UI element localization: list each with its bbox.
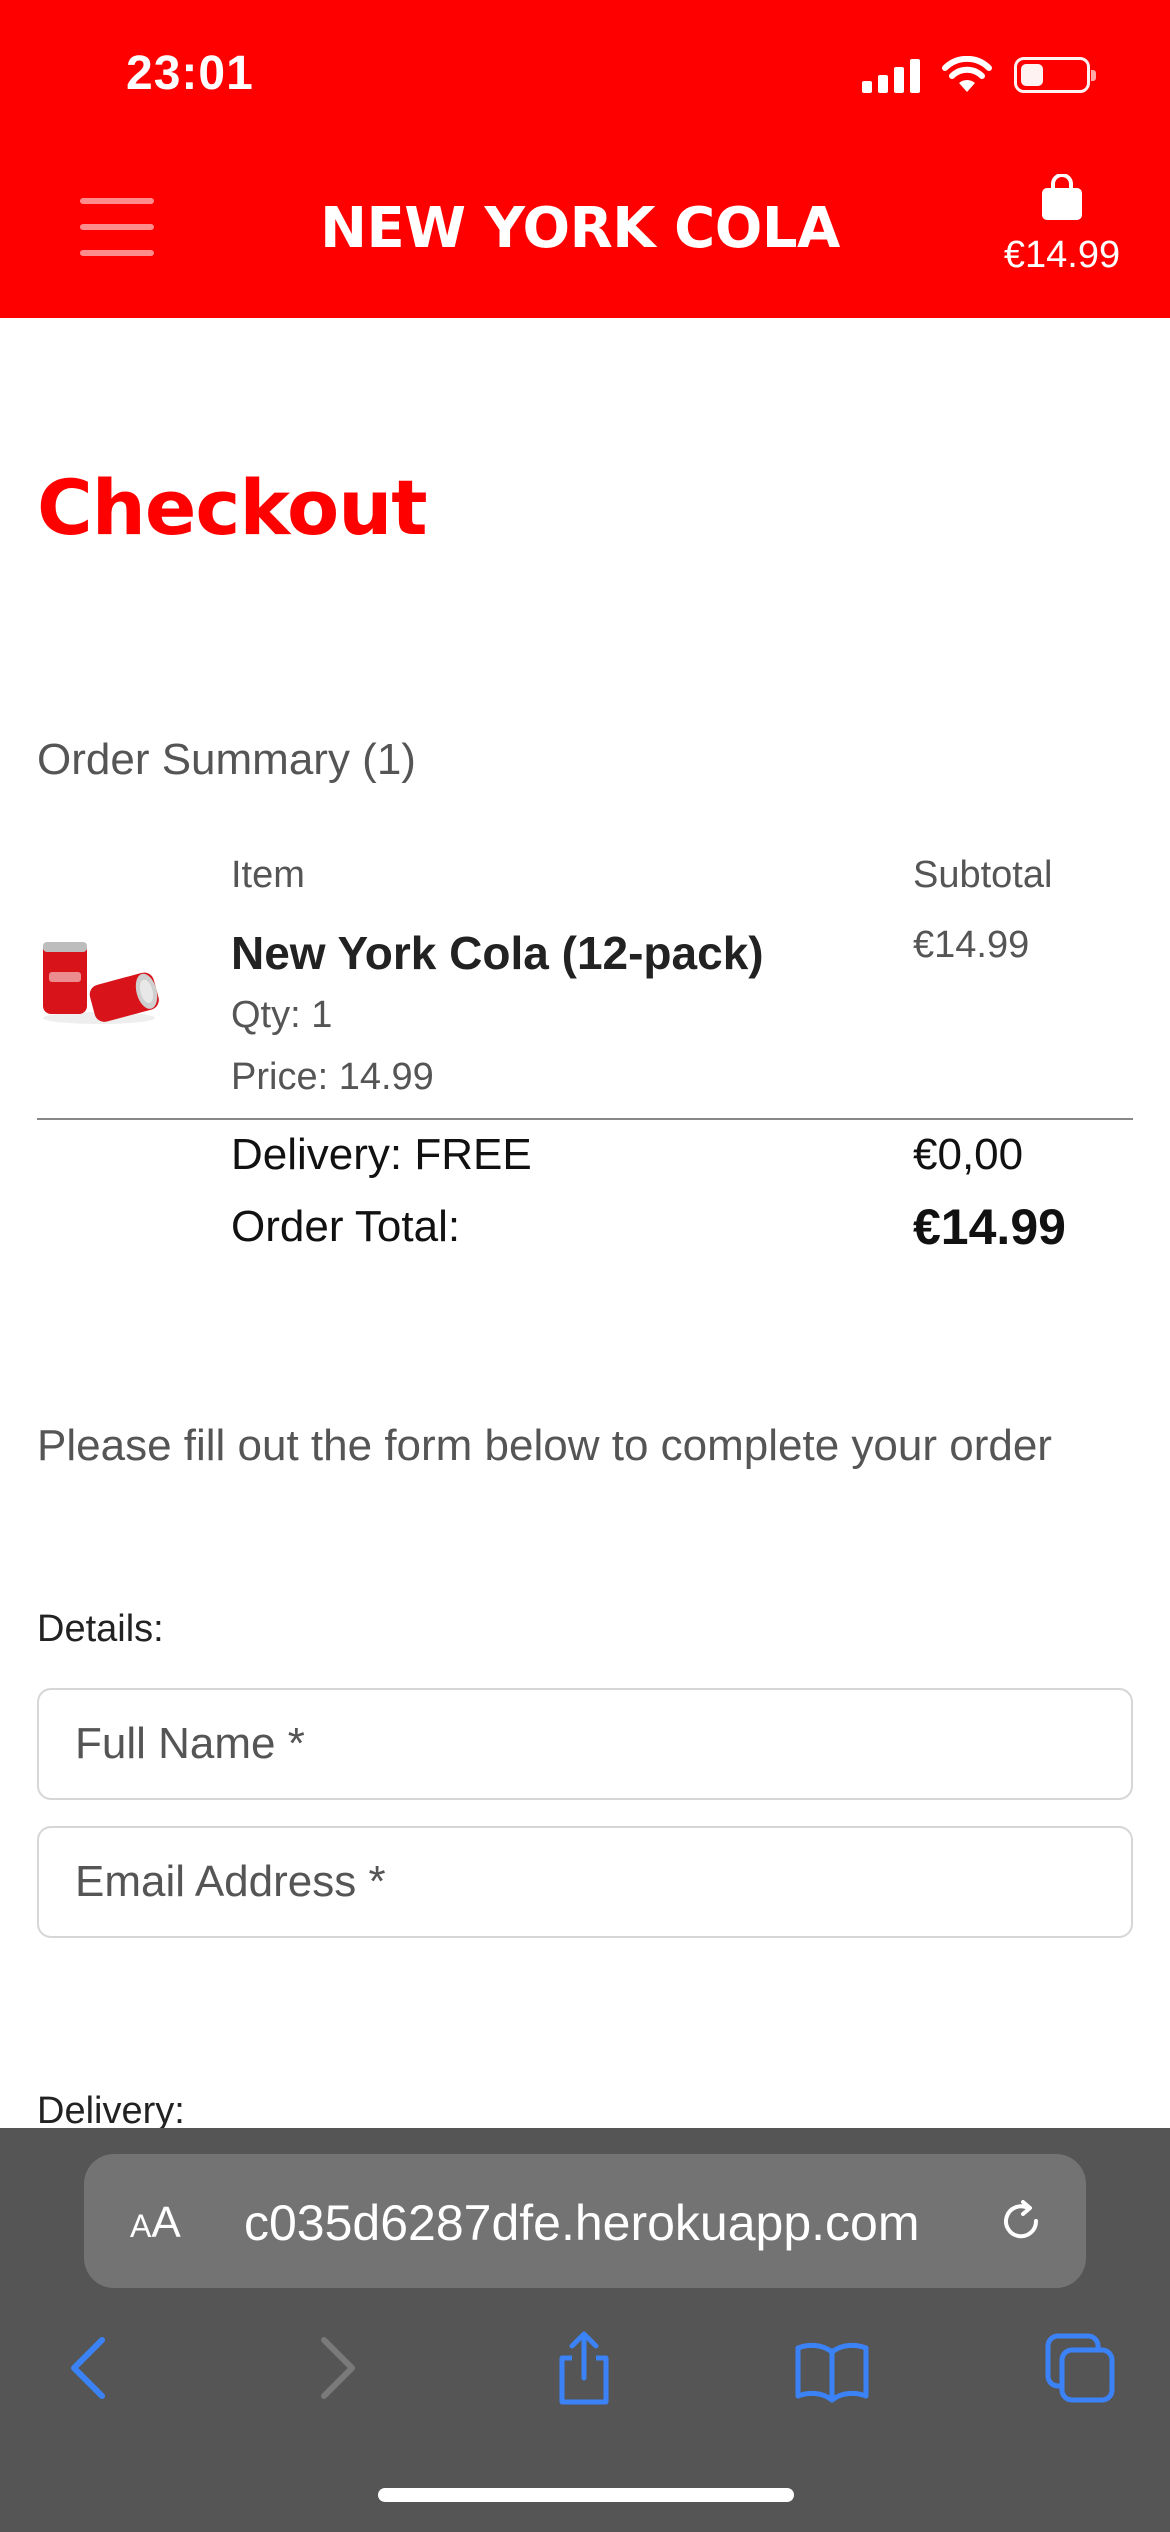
details-label: Details:: [37, 1608, 164, 1650]
share-icon[interactable]: [544, 2328, 624, 2408]
page-title: Checkout: [37, 463, 428, 552]
forward-icon[interactable]: [298, 2328, 378, 2408]
tabs-icon[interactable]: [1040, 2328, 1120, 2408]
home-indicator: [378, 2488, 794, 2502]
site-header: 23:01 NEW YORK COLA €14.99: [0, 0, 1170, 318]
bookmarks-icon[interactable]: [792, 2328, 872, 2408]
status-time: 23:01: [126, 47, 254, 100]
product-image: [43, 942, 159, 1024]
battery-icon: [1014, 57, 1096, 93]
product-name[interactable]: New York Cola (12-pack): [231, 926, 764, 980]
back-icon[interactable]: [48, 2328, 128, 2408]
delivery-section-label: Delivery:: [37, 2090, 185, 2132]
column-header-subtotal: Subtotal: [913, 854, 1053, 896]
product-subtotal: €14.99: [913, 924, 1030, 966]
order-total-value: €14.99: [913, 1199, 1066, 1255]
cellular-signal-icon: [862, 57, 920, 93]
brand-logo[interactable]: NEW YORK COLA: [0, 196, 1160, 261]
reader-settings-button[interactable]: AA: [130, 2198, 181, 2248]
browser-toolbar: AA c035d6287dfe.herokuapp.com: [0, 2128, 1170, 2532]
form-instructions: Please fill out the form below to comple…: [37, 1421, 1052, 1470]
delivery-label: Delivery: FREE: [231, 1130, 532, 1179]
email-input[interactable]: [37, 1826, 1133, 1938]
summary-divider: [37, 1118, 1133, 1120]
order-total-label: Order Total:: [231, 1202, 461, 1251]
cart-button[interactable]: €14.99: [992, 174, 1132, 294]
product-price: Price: 14.99: [231, 1056, 434, 1098]
address-bar[interactable]: AA c035d6287dfe.herokuapp.com: [84, 2154, 1086, 2288]
cart-total: €14.99: [1003, 234, 1121, 276]
wifi-icon: [942, 56, 992, 92]
delivery-value: €0,00: [913, 1130, 1024, 1179]
column-header-item: Item: [231, 854, 305, 896]
full-name-input[interactable]: [37, 1688, 1133, 1800]
shopping-bag-icon: [1042, 174, 1082, 220]
reload-icon[interactable]: [994, 2194, 1048, 2248]
product-quantity: Qty: 1: [231, 994, 333, 1036]
order-summary-title: Order Summary (1): [37, 735, 416, 784]
url-text: c035d6287dfe.herokuapp.com: [244, 2195, 920, 2251]
status-icons: [862, 56, 1096, 94]
